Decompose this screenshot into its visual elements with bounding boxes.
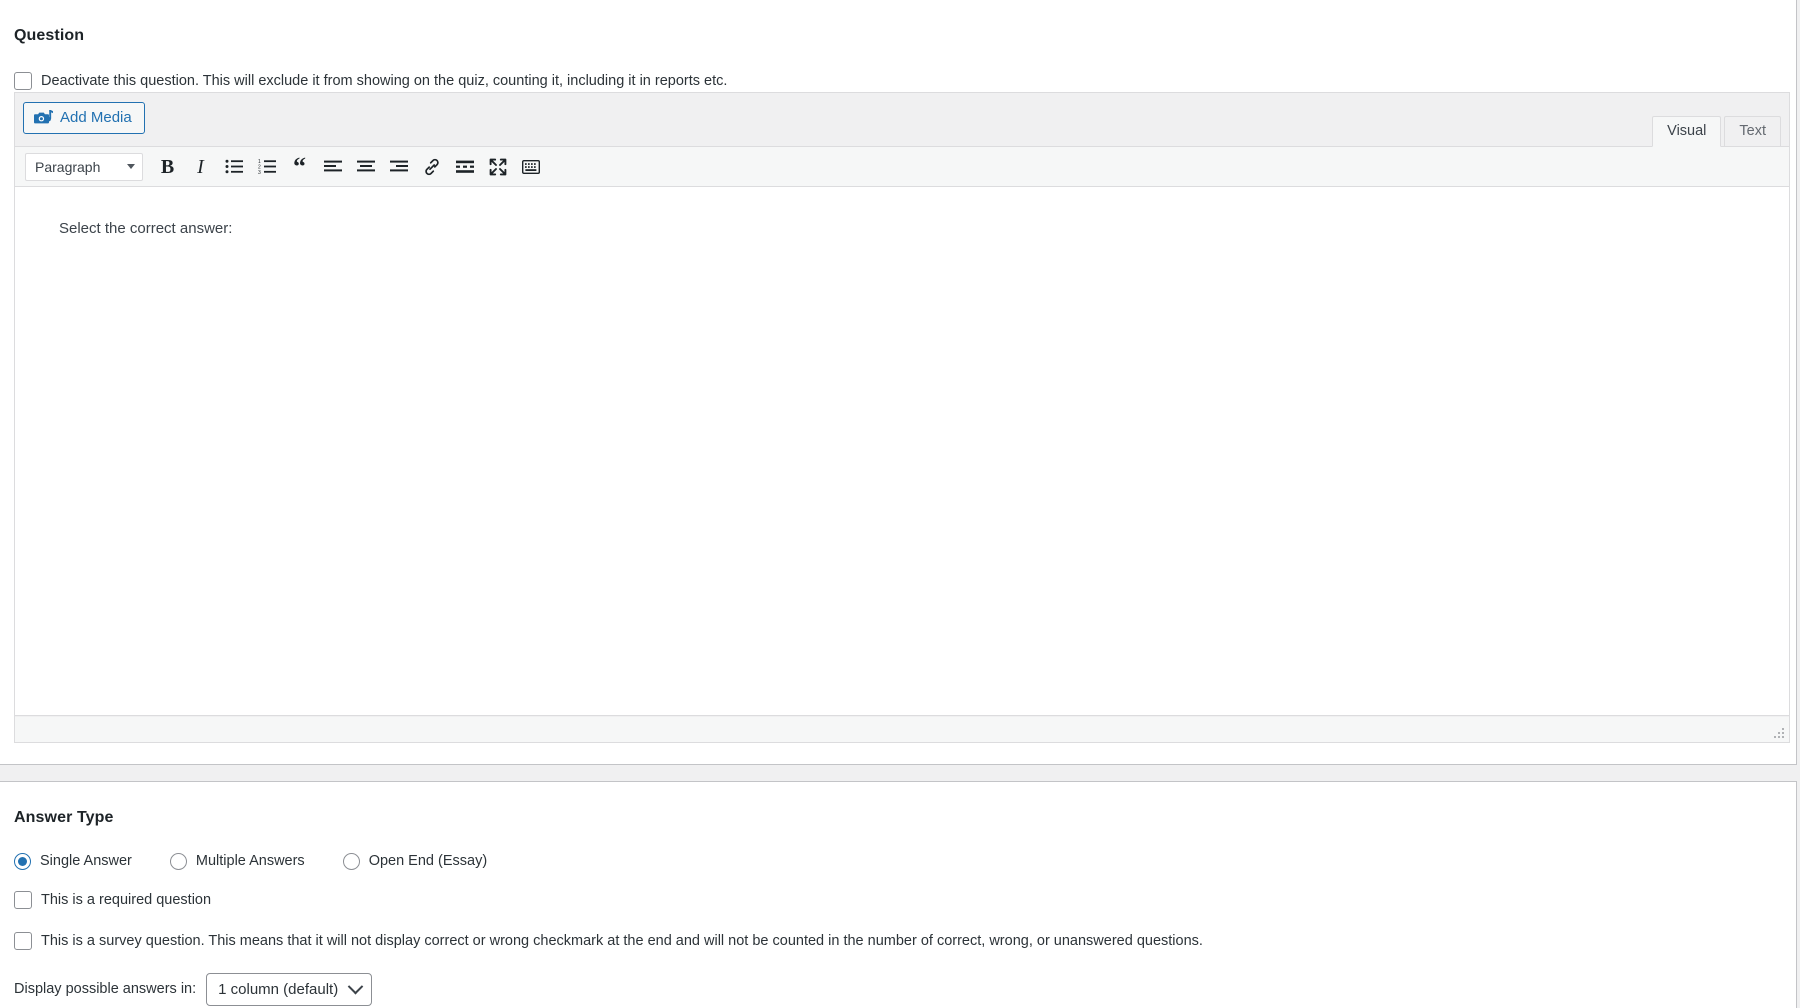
required-question-row[interactable]: This is a required question (0, 890, 1796, 911)
question-panel-title: Question (14, 27, 85, 45)
format-select[interactable]: Paragraph (25, 152, 143, 181)
format-select-value: Paragraph (35, 158, 101, 175)
blockquote-icon[interactable]: “ (283, 152, 316, 182)
read-more-icon[interactable] (448, 152, 481, 182)
answer-type-openend-radio[interactable] (342, 852, 360, 870)
answer-type-metabox: Answer Type Single Answer Multiple Answe… (0, 781, 1797, 1008)
display-answers-select[interactable]: 1 column (default) (206, 972, 373, 1006)
survey-question-label[interactable]: This is a survey question. This means th… (41, 931, 1203, 952)
media-camera-music-icon (34, 109, 53, 127)
required-question-label[interactable]: This is a required question (41, 890, 211, 911)
chevron-down-icon (347, 978, 364, 995)
editor-mode-tabs: Visual Text (1649, 116, 1781, 147)
deactivate-question-row[interactable]: Deactivate this question. This will excl… (0, 71, 1796, 92)
deactivate-question-label[interactable]: Deactivate this question. This will excl… (41, 71, 727, 92)
editor-paragraph[interactable]: Select the correct answer: (59, 217, 1789, 241)
align-left-icon[interactable] (316, 152, 349, 182)
editor-content-area[interactable]: Select the correct answer: (15, 187, 1789, 716)
toolbar-toggle-icon[interactable] (514, 152, 547, 182)
bulleted-list-icon[interactable] (217, 152, 250, 182)
svg-text:3: 3 (258, 170, 261, 174)
display-answers-label: Display possible answers in: (14, 981, 197, 998)
chevron-down-icon (127, 164, 135, 169)
answer-type-multiple-radio[interactable] (169, 852, 187, 870)
answer-type-openend-label: Open End (Essay) (368, 853, 488, 870)
mce-toolbar: Paragraph B I 1 2 3 “ (15, 147, 1789, 187)
quiz-question-editor-page: Question Deactivate this question. This … (0, 0, 1800, 1008)
align-right-icon[interactable] (382, 152, 415, 182)
numbered-list-icon[interactable]: 1 2 3 (250, 152, 283, 182)
align-center-icon[interactable] (349, 152, 382, 182)
required-question-checkbox[interactable] (14, 891, 32, 910)
answer-type-openend[interactable]: Open End (Essay) (342, 852, 488, 870)
add-media-label: Add Media (60, 109, 132, 126)
display-answers-row: Display possible answers in: 1 column (d… (0, 972, 1796, 1006)
answer-type-multiple[interactable]: Multiple Answers (169, 852, 305, 870)
resize-handle-icon[interactable] (1772, 726, 1786, 740)
tab-text[interactable]: Text (1724, 116, 1781, 147)
link-icon[interactable] (415, 152, 448, 182)
answer-type-single-label: Single Answer (40, 853, 132, 870)
display-answers-value: 1 column (default) (218, 980, 339, 998)
question-metabox: Question Deactivate this question. This … (0, 0, 1797, 765)
add-media-button[interactable]: Add Media (23, 102, 145, 134)
italic-icon[interactable]: I (184, 152, 217, 182)
answer-type-single-radio[interactable] (14, 852, 31, 870)
answer-type-radio-group: Single Answer Multiple Answers Open End … (0, 852, 1796, 870)
answer-type-single[interactable]: Single Answer (14, 852, 132, 870)
survey-question-row[interactable]: This is a survey question. This means th… (0, 931, 1796, 952)
fullscreen-icon[interactable] (481, 152, 514, 182)
wp-editor-container: Add Media Visual Text Paragraph B I 1 2 … (14, 92, 1790, 743)
editor-toolbar-top: Add Media Visual Text (15, 93, 1789, 147)
deactivate-question-checkbox[interactable] (14, 72, 32, 91)
survey-question-checkbox[interactable] (14, 931, 32, 950)
editor-statusbar (15, 716, 1789, 742)
bold-icon[interactable]: B (151, 152, 184, 182)
tab-visual[interactable]: Visual (1652, 116, 1722, 147)
answer-type-multiple-label: Multiple Answers (195, 853, 305, 870)
answer-type-panel-title: Answer Type (14, 809, 114, 827)
